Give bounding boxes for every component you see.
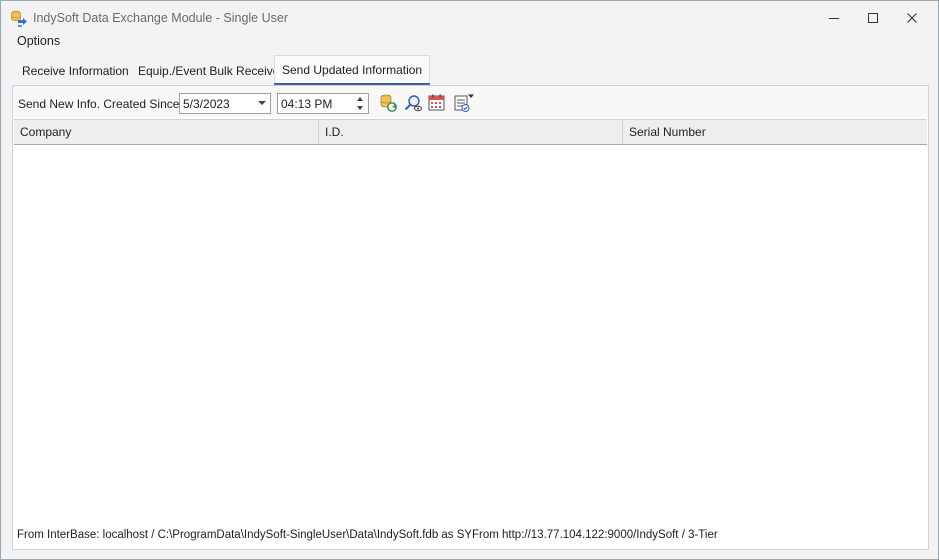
window-title: IndySoft Data Exchange Module - Single U… xyxy=(33,11,288,25)
tab-send-updated-information[interactable]: Send Updated Information xyxy=(274,55,431,85)
date-picker[interactable]: 5/3/2023 xyxy=(179,93,271,114)
toolbar: Send New Info. Created Since: 5/3/2023 0… xyxy=(13,86,928,117)
title-bar[interactable]: IndySoft Data Exchange Module - Single U… xyxy=(1,1,938,35)
indysoft-app-icon xyxy=(10,10,28,28)
date-value: 5/3/2023 xyxy=(183,97,230,111)
time-spinner[interactable]: 04:13 PM xyxy=(277,93,369,114)
tab-equip-event-bulk-receive[interactable]: Equip./Event Bulk Receive xyxy=(131,57,286,85)
column-label: Company xyxy=(20,125,72,139)
created-since-label: Send New Info. Created Since: xyxy=(18,97,183,111)
column-label: Serial Number xyxy=(629,125,706,139)
grid-header: Company I.D. Serial Number xyxy=(14,119,927,145)
calendar-icon[interactable] xyxy=(427,93,447,113)
tab-receive-information[interactable]: Receive Information xyxy=(15,57,136,85)
close-icon xyxy=(906,12,918,24)
menu-bar: Options xyxy=(1,33,938,53)
maximize-button[interactable] xyxy=(854,1,892,35)
column-header-serial-number[interactable]: Serial Number xyxy=(623,120,927,144)
grid-body[interactable] xyxy=(14,145,927,525)
close-button[interactable] xyxy=(893,1,931,35)
chevron-down-icon[interactable] xyxy=(258,101,266,105)
column-label: I.D. xyxy=(325,125,344,139)
spin-down-icon[interactable] xyxy=(357,106,363,110)
tab-strip: Receive Information Equip./Event Bulk Re… xyxy=(1,55,938,85)
send-updated-panel: Send New Info. Created Since: 5/3/2023 0… xyxy=(12,85,929,550)
checklist-dropdown-icon[interactable] xyxy=(453,93,474,113)
tab-label: Receive Information xyxy=(22,64,129,78)
minimize-icon xyxy=(828,12,840,24)
app-window: IndySoft Data Exchange Module - Single U… xyxy=(0,0,939,560)
maximize-icon xyxy=(867,12,879,24)
database-refresh-icon[interactable] xyxy=(378,93,398,113)
status-bar: From InterBase: localhost / C:\ProgramDa… xyxy=(17,527,923,545)
time-value: 04:13 PM xyxy=(281,97,333,111)
column-header-company[interactable]: Company xyxy=(14,120,319,144)
minimize-button[interactable] xyxy=(815,1,853,35)
status-connection-interbase: From InterBase: localhost / C:\ProgramDa… xyxy=(17,529,471,541)
tab-label: Send Updated Information xyxy=(282,63,423,77)
menu-options[interactable]: Options xyxy=(17,34,60,48)
search-preview-icon[interactable] xyxy=(403,93,423,113)
spin-up-icon[interactable] xyxy=(357,97,363,101)
status-connection-server: From http://13.77.104.122:9000/IndySoft … xyxy=(472,529,718,541)
tab-label: Equip./Event Bulk Receive xyxy=(138,64,280,78)
column-header-id[interactable]: I.D. xyxy=(319,120,623,144)
